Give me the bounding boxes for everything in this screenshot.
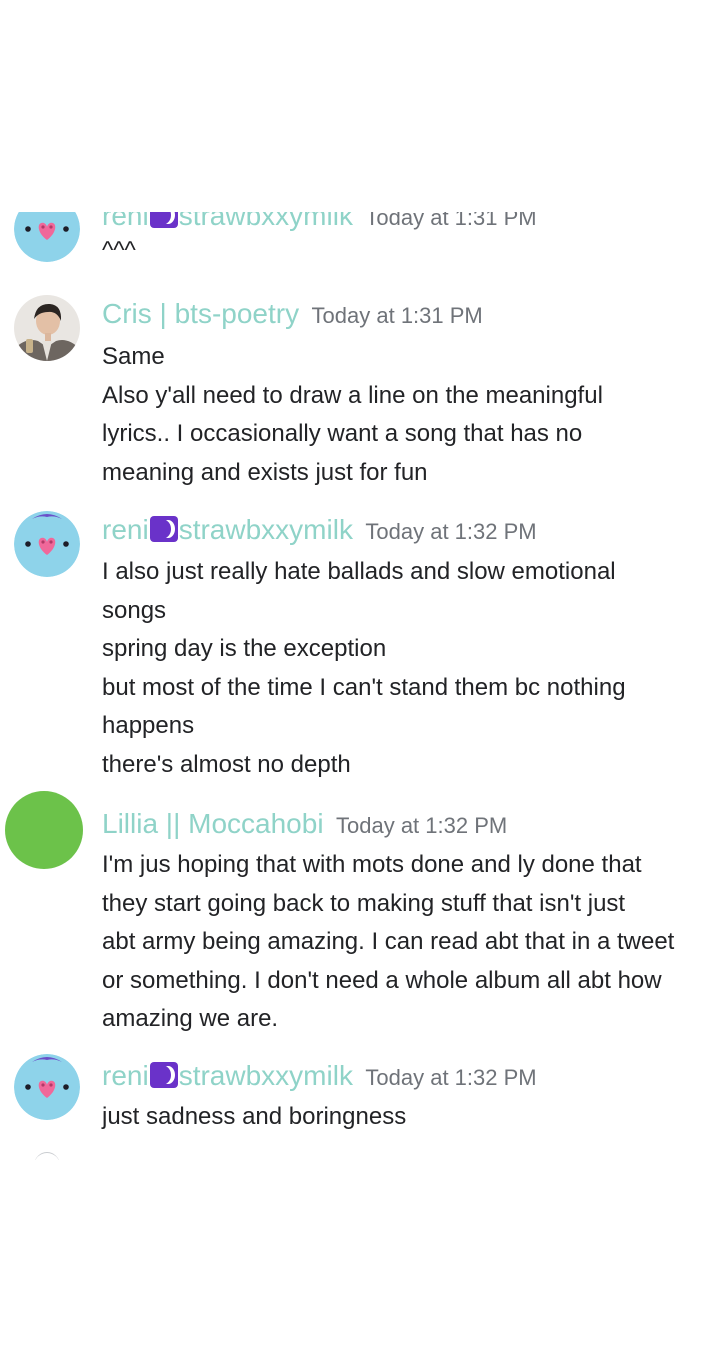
username-suffix[interactable]: strawbxxymilk [179,514,353,545]
username[interactable]: reni [102,514,149,545]
message-line: spring day is the exception [102,635,387,662]
message-line: Also y'all need to draw a line on the me… [102,381,603,409]
message-line: I'm jus hoping that with mots done and l… [102,851,642,878]
crescent-moon-emoji-icon [149,516,178,542]
timestamp: Today at 1:32 PM [365,519,537,544]
timestamp: Today at 1:32 PM [365,1065,537,1090]
message-line: there's almost no depth [102,750,351,778]
message-line: ^^^ [102,237,136,264]
photo-avatar[interactable] [14,295,80,361]
message-line: just sadness and boringness [102,1103,407,1130]
partial-avatar-edge [34,1152,60,1160]
message-line: meaning and exists just for fun [102,458,428,486]
timestamp: Today at 1:31 PM [311,303,483,328]
username-suffix[interactable]: strawbxxymilk [179,1060,353,1091]
bt21-mang-avatar[interactable] [14,511,80,577]
message-line: amazing we are. [102,1005,279,1032]
bt21-mang-avatar[interactable] [14,1054,80,1120]
message-line: they start going back to making stuff th… [102,889,626,917]
username[interactable]: Lillia || Moccahobi [102,808,324,839]
message-line: happens [102,712,195,739]
green-circle-avatar[interactable] [5,791,83,869]
timestamp: Today at 1:32 PM [336,813,508,838]
top-blank-area [0,0,720,212]
message-line: or something. I don't need a whole album… [102,966,662,994]
message-line: Same [102,343,165,370]
username[interactable]: Cris | bts-poetry [102,298,299,329]
message-line: I also just really hate ballads and slow… [102,558,616,585]
crescent-moon-emoji-icon [149,1062,178,1088]
username[interactable]: reni [102,1060,149,1091]
message-line: songs [102,596,167,624]
message-line: lyrics.. I occasionally want a song that… [102,420,583,447]
message-line: abt army being amazing. I can read abt t… [102,928,675,955]
message-line: but most of the time I can't stand them … [102,673,626,701]
